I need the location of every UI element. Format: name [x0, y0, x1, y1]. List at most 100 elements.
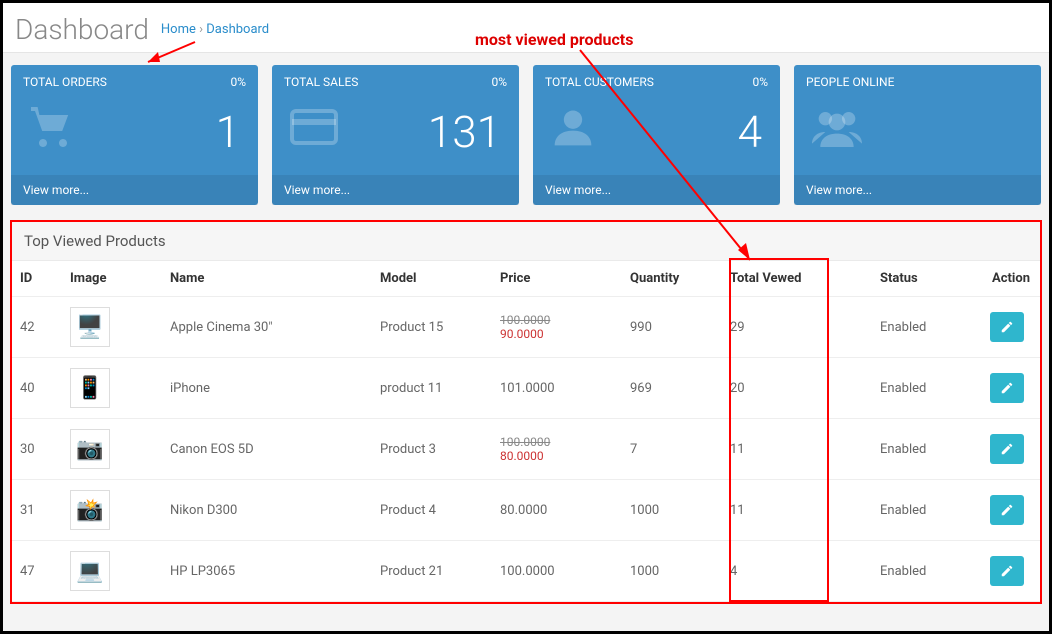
cell-name: iPhone	[162, 358, 372, 419]
product-thumb: 📷	[70, 429, 110, 469]
card-label: TOTAL CUSTOMERS	[545, 75, 654, 89]
price: 80.0000	[500, 503, 614, 518]
cell-status: Enabled	[872, 480, 982, 541]
cell-status: Enabled	[872, 419, 982, 480]
cell-viewed: 11	[722, 419, 872, 480]
col-name: Name	[162, 261, 372, 297]
col-viewed: Total Vewed	[722, 261, 872, 297]
edit-button[interactable]	[990, 556, 1024, 586]
cell-name: Canon EOS 5D	[162, 419, 372, 480]
cell-image: 🖥️	[62, 297, 162, 358]
cell-id: 42	[12, 297, 62, 358]
top-viewed-panel: Top Viewed Products ID Image Name Model …	[11, 221, 1041, 603]
card-value: 131	[428, 106, 501, 158]
edit-button[interactable]	[990, 434, 1024, 464]
card-label: TOTAL ORDERS	[23, 75, 107, 89]
edit-button[interactable]	[990, 373, 1024, 403]
cell-qty: 1000	[622, 480, 722, 541]
cell-image: 📱	[62, 358, 162, 419]
cell-qty: 969	[622, 358, 722, 419]
breadcrumb-sep: ›	[199, 22, 203, 37]
cell-model: Product 3	[372, 419, 492, 480]
cell-action	[982, 297, 1040, 358]
products-table: ID Image Name Model Price Quantity Total…	[12, 261, 1040, 602]
table-row: 47💻HP LP3065Product 21100.000010004Enabl…	[12, 541, 1040, 602]
card-label: TOTAL SALES	[284, 75, 358, 89]
price-new: 80.0000	[500, 449, 614, 463]
cell-status: Enabled	[872, 541, 982, 602]
cell-id: 40	[12, 358, 62, 419]
card-people-online: PEOPLE ONLINE View more...	[794, 65, 1041, 205]
product-thumb: 📱	[70, 368, 110, 408]
user-icon	[551, 105, 595, 160]
cell-price: 100.0000	[492, 541, 622, 602]
cell-model: product 11	[372, 358, 492, 419]
price: 100.0000	[500, 564, 614, 579]
card-total-orders: TOTAL ORDERS 0% 1 View more...	[11, 65, 258, 205]
product-thumb: 📸	[70, 490, 110, 530]
price-new: 90.0000	[500, 327, 614, 341]
cell-qty: 990	[622, 297, 722, 358]
cell-status: Enabled	[872, 358, 982, 419]
cell-id: 47	[12, 541, 62, 602]
card-value: 4	[738, 106, 762, 158]
cell-action	[982, 419, 1040, 480]
breadcrumb: Home › Dashboard	[161, 22, 269, 37]
col-action: Action	[982, 261, 1040, 297]
card-footer-link[interactable]: View more...	[794, 175, 1041, 205]
col-price: Price	[492, 261, 622, 297]
cell-viewed: 29	[722, 297, 872, 358]
cell-price: 100.000080.0000	[492, 419, 622, 480]
cell-name: Apple Cinema 30"	[162, 297, 372, 358]
edit-button[interactable]	[990, 495, 1024, 525]
card-icon	[290, 106, 338, 158]
cell-action	[982, 541, 1040, 602]
product-thumb: 💻	[70, 551, 110, 591]
page-title: Dashboard	[15, 13, 149, 46]
cell-price: 80.0000	[492, 480, 622, 541]
cell-status: Enabled	[872, 297, 982, 358]
card-footer-link[interactable]: View more...	[11, 175, 258, 205]
card-total-customers: TOTAL CUSTOMERS 0% 4 View more...	[533, 65, 780, 205]
card-footer-link[interactable]: View more...	[272, 175, 519, 205]
cell-image: 💻	[62, 541, 162, 602]
cell-qty: 1000	[622, 541, 722, 602]
table-row: 31📸Nikon D300Product 480.0000100011Enabl…	[12, 480, 1040, 541]
users-icon	[812, 105, 862, 160]
price-old: 100.0000	[500, 435, 614, 449]
cell-id: 30	[12, 419, 62, 480]
edit-button[interactable]	[990, 312, 1024, 342]
price-old: 100.0000	[500, 313, 614, 327]
col-id: ID	[12, 261, 62, 297]
table-row: 40📱 iPhoneproduct 11101.000096920Enabled	[12, 358, 1040, 419]
col-status: Status	[872, 261, 982, 297]
page-header: Dashboard Home › Dashboard	[3, 3, 1049, 53]
table-header-row: ID Image Name Model Price Quantity Total…	[12, 261, 1040, 297]
cell-price: 101.0000	[492, 358, 622, 419]
breadcrumb-current[interactable]: Dashboard	[206, 22, 269, 37]
cell-viewed: 4	[722, 541, 872, 602]
cell-price: 100.000090.0000	[492, 297, 622, 358]
table-row: 42🖥️Apple Cinema 30"Product 15100.000090…	[12, 297, 1040, 358]
cell-name: Nikon D300	[162, 480, 372, 541]
cell-action	[982, 480, 1040, 541]
breadcrumb-home[interactable]: Home	[161, 22, 196, 37]
col-image: Image	[62, 261, 162, 297]
cell-image: 📷	[62, 419, 162, 480]
card-label: PEOPLE ONLINE	[806, 75, 894, 89]
cell-qty: 7	[622, 419, 722, 480]
card-pct: 0%	[491, 75, 507, 89]
cell-id: 31	[12, 480, 62, 541]
card-value: 1	[216, 106, 240, 158]
cell-viewed: 11	[722, 480, 872, 541]
panel-title: Top Viewed Products	[12, 222, 1040, 261]
cell-viewed: 20	[722, 358, 872, 419]
stat-cards-row: TOTAL ORDERS 0% 1 View more... TOTAL SAL…	[3, 53, 1049, 217]
card-pct: 0%	[752, 75, 768, 89]
cell-action	[982, 358, 1040, 419]
cell-name: HP LP3065	[162, 541, 372, 602]
product-thumb: 🖥️	[70, 307, 110, 347]
col-qty: Quantity	[622, 261, 722, 297]
cell-model: Product 15	[372, 297, 492, 358]
card-footer-link[interactable]: View more...	[533, 175, 780, 205]
